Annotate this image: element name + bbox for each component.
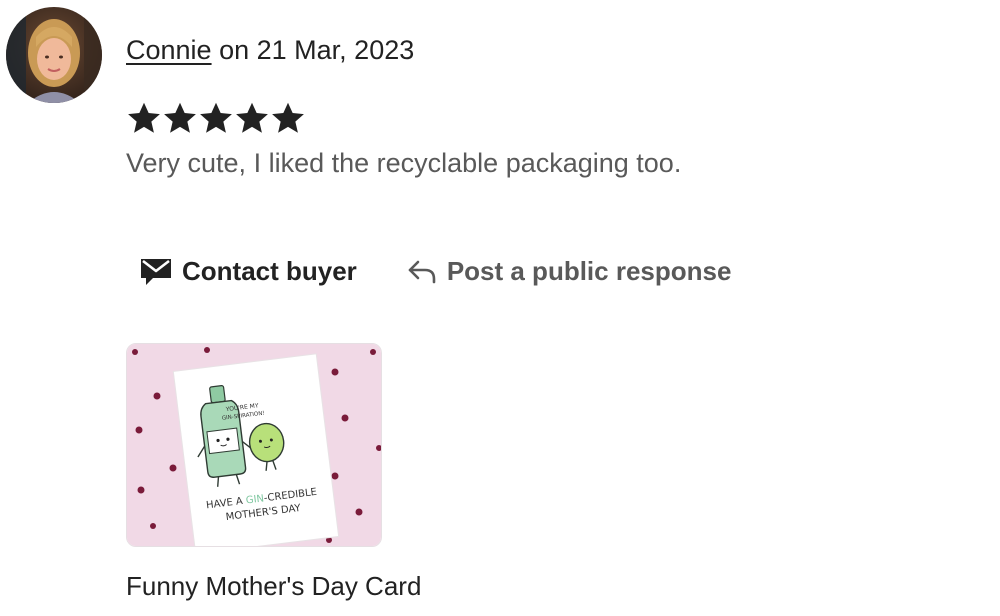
star-icon <box>200 102 232 133</box>
avatar[interactable] <box>6 7 102 103</box>
star-icon <box>236 102 268 133</box>
star-icon <box>272 102 304 133</box>
review-text: Very cute, I liked the recyclable packag… <box>126 148 682 178</box>
star-rating <box>126 100 306 136</box>
post-public-response-button[interactable]: Post a public response <box>407 255 732 287</box>
star-icon <box>164 102 196 133</box>
review-byline: Connie on 21 Mar, 2023 <box>126 33 414 67</box>
avatar-photo <box>6 7 102 103</box>
post-public-response-label: Post a public response <box>446 255 732 286</box>
review-date: 21 Mar, 2023 <box>256 35 415 65</box>
product-title-link[interactable]: Funny Mother's Day Card <box>126 569 421 603</box>
contact-buyer-button[interactable]: Contact buyer <box>140 256 357 287</box>
star-icon <box>128 102 160 133</box>
review-card: Connie on 21 Mar, 2023 Very cute, I like… <box>0 0 1000 616</box>
product-thumbnail[interactable]: YOU'RE MY GIN-SPIRATION! HAVE A GIN-CRED… <box>126 343 382 547</box>
reviewer-name-link[interactable]: Connie <box>126 35 212 65</box>
reply-arrow-icon <box>408 260 436 284</box>
review-actions: Contact buyer Post a public response <box>140 252 731 290</box>
contact-buyer-label: Contact buyer <box>182 255 357 286</box>
product-image: YOU'RE MY GIN-SPIRATION! HAVE A GIN-CRED… <box>127 344 381 546</box>
envelope-icon <box>141 259 171 285</box>
date-prefix: on <box>219 35 250 65</box>
